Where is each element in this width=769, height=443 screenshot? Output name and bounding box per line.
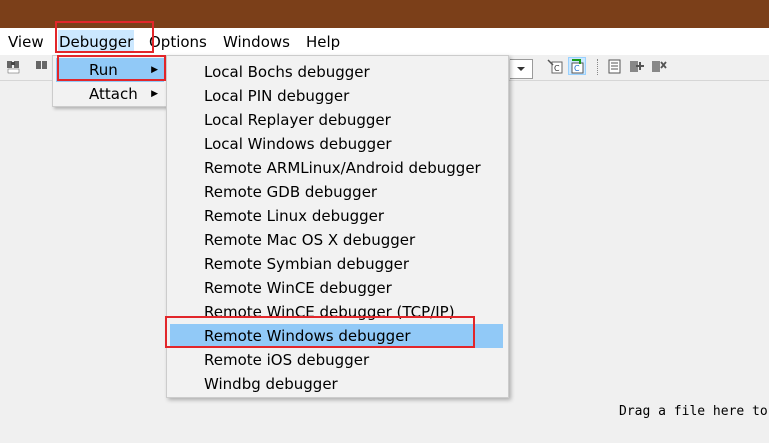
chevron-down-icon [517, 67, 525, 71]
menu-item-remote-wince-debugger[interactable]: Remote WinCE debugger [170, 276, 503, 300]
search-icon[interactable] [34, 58, 50, 74]
menu-item-local-bochs-debugger[interactable]: Local Bochs debugger [170, 60, 503, 84]
menu-item-label: Remote WinCE debugger [204, 279, 392, 297]
menu-item-local-pin-debugger[interactable]: Local PIN debugger [170, 84, 503, 108]
menu-item-label: Remote ARMLinux/Android debugger [204, 159, 481, 177]
toolbar-separator [597, 59, 599, 75]
menu-item-label: Remote Mac OS X debugger [204, 231, 416, 249]
delete-breakpoint-icon[interactable] [651, 58, 667, 74]
add-breakpoint-icon[interactable] [629, 58, 645, 74]
menu-item-windbg-debugger[interactable]: Windbg debugger [170, 372, 503, 396]
menu-item-remote-gdb-debugger[interactable]: Remote GDB debugger [170, 180, 503, 204]
drag-file-hint: Drag a file here to [619, 404, 768, 419]
menu-item-label: Attach [89, 85, 138, 103]
menu-windows[interactable]: Windows [223, 32, 290, 52]
menu-item-label: Local PIN debugger [204, 87, 350, 105]
menu-view[interactable]: View [8, 32, 44, 52]
menu-item-label: Remote iOS debugger [204, 351, 370, 369]
menu-help[interactable]: Help [306, 32, 340, 52]
menu-item-remote-ios-debugger[interactable]: Remote iOS debugger [170, 348, 503, 372]
annotation-box-debugger [55, 21, 154, 53]
menu-item-local-windows-debugger[interactable]: Local Windows debugger [170, 132, 503, 156]
menu-item-remote-linux-debugger[interactable]: Remote Linux debugger [170, 204, 503, 228]
svg-text:C: C [574, 64, 580, 73]
attach-process-icon[interactable]: C [547, 58, 563, 74]
submenu-arrow-icon: ▶ [151, 89, 158, 99]
menu-item-label: Windbg debugger [204, 375, 338, 393]
menu-item-label: Remote GDB debugger [204, 183, 378, 201]
menu-item-label: Local Windows debugger [204, 135, 392, 153]
run-process-icon[interactable]: C [568, 57, 586, 75]
menu-item-local-replayer-debugger[interactable]: Local Replayer debugger [170, 108, 503, 132]
svg-text:C: C [554, 64, 560, 73]
menu-item-label: Local Replayer debugger [204, 111, 391, 129]
menu-item-remote-armlinux-android-debugger[interactable]: Remote ARMLinux/Android debugger [170, 156, 503, 180]
annotation-box-remote-windows [165, 316, 475, 348]
menu-item-label: Remote Symbian debugger [204, 255, 410, 273]
menu-item-label: Local Bochs debugger [204, 63, 370, 81]
menu-item-remote-symbian-debugger[interactable]: Remote Symbian debugger [170, 252, 503, 276]
menu-item-attach[interactable]: Attach ▶ [56, 82, 164, 106]
menu-item-label: Remote Linux debugger [204, 207, 385, 225]
annotation-box-run [57, 55, 166, 81]
menu-options[interactable]: Options [149, 32, 207, 52]
debugger-select-dropdown[interactable] [510, 59, 533, 79]
menu-item-remote-mac-os-x-debugger[interactable]: Remote Mac OS X debugger [170, 228, 503, 252]
binoculars-icon[interactable] [6, 58, 22, 74]
list-icon[interactable] [607, 58, 623, 74]
